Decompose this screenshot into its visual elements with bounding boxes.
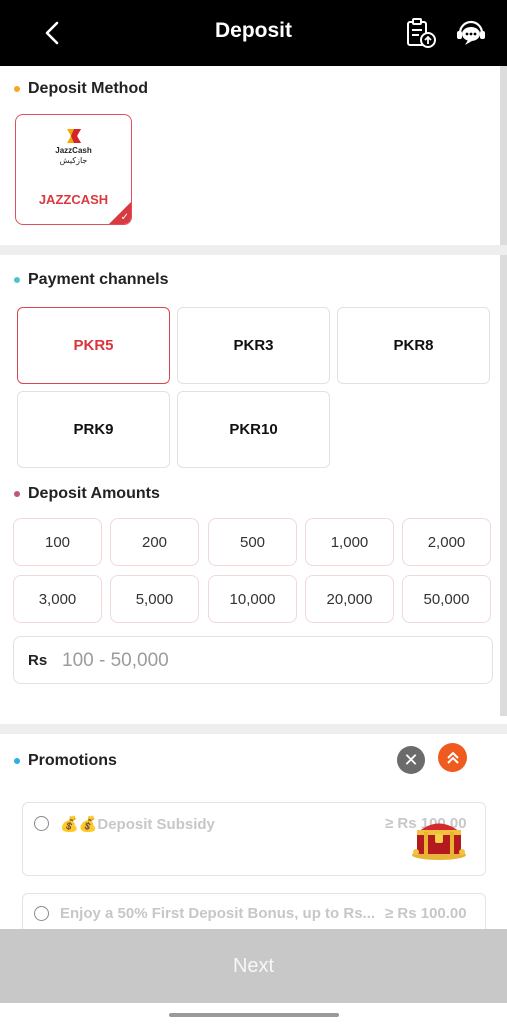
amount-option[interactable]: 500	[208, 518, 297, 566]
section-dot	[14, 277, 20, 283]
amount-option[interactable]: 3,000	[13, 575, 102, 623]
amount-option[interactable]: 1,000	[305, 518, 394, 566]
payment-channels-title: Payment channels	[28, 271, 169, 288]
scrollbar[interactable]	[500, 66, 507, 716]
deposit-amounts-title: Deposit Amounts	[28, 485, 160, 502]
channel-option-pkr3[interactable]: PKR3	[177, 307, 330, 384]
promotions-heading: Promotions	[14, 752, 117, 770]
top-bar: Deposit	[0, 0, 507, 66]
next-button[interactable]: Next	[0, 929, 507, 1003]
amount-option[interactable]: 20,000	[305, 575, 394, 623]
promo-radio[interactable]	[34, 906, 49, 921]
promo-amount: ≥ Rs 100.00	[385, 905, 467, 922]
channel-option-pkr5[interactable]: PKR5	[17, 307, 170, 384]
section-divider	[0, 245, 507, 255]
treasure-chest-icon[interactable]	[410, 812, 468, 860]
section-dot	[14, 758, 20, 764]
promo-label: 💰💰Deposit Subsidy	[60, 816, 215, 833]
channel-option-pkr8[interactable]: PKR8	[337, 307, 490, 384]
checkmark-icon: ✓	[120, 212, 129, 223]
channel-option-prk9[interactable]: PRK9	[17, 391, 170, 468]
payment-channels-heading: Payment channels	[14, 271, 169, 289]
double-chevron-up-icon	[446, 751, 459, 764]
scroll-top-button[interactable]	[438, 743, 467, 772]
section-dot	[14, 86, 20, 92]
jazzcash-logo-subtext: جازکیش	[59, 156, 88, 165]
amount-option[interactable]: 100	[13, 518, 102, 566]
amount-option[interactable]: 5,000	[110, 575, 199, 623]
section-dot	[14, 491, 20, 497]
deposit-method-heading: Deposit Method	[14, 80, 148, 98]
jazzcash-method-card[interactable]: JazzCash جازکیش JAZZCASH ✓	[15, 114, 132, 225]
promo-label: Enjoy a 50% First Deposit Bonus, up to R…	[60, 905, 376, 922]
amount-input[interactable]	[62, 645, 462, 677]
currency-label: Rs	[28, 652, 48, 669]
home-indicator	[169, 1013, 339, 1017]
amount-option[interactable]: 10,000	[208, 575, 297, 623]
close-icon[interactable]: ✕	[397, 746, 425, 774]
amount-field[interactable]: Rs	[13, 636, 493, 684]
deposit-amounts-heading: Deposit Amounts	[14, 485, 160, 503]
chat-support-icon[interactable]	[454, 16, 488, 50]
money-bag-icon: 💰💰	[60, 816, 98, 833]
amount-option[interactable]: 200	[110, 518, 199, 566]
promo-radio[interactable]	[34, 816, 49, 831]
deposit-method-title: Deposit Method	[28, 80, 148, 97]
amount-option[interactable]: 2,000	[402, 518, 491, 566]
section-divider	[0, 724, 507, 734]
promotions-title: Promotions	[28, 752, 117, 769]
jazzcash-logo-text: JazzCash	[55, 146, 92, 155]
clipboard-upload-icon[interactable]	[404, 16, 438, 50]
channel-option-pkr10[interactable]: PKR10	[177, 391, 330, 468]
amount-option[interactable]: 50,000	[402, 575, 491, 623]
